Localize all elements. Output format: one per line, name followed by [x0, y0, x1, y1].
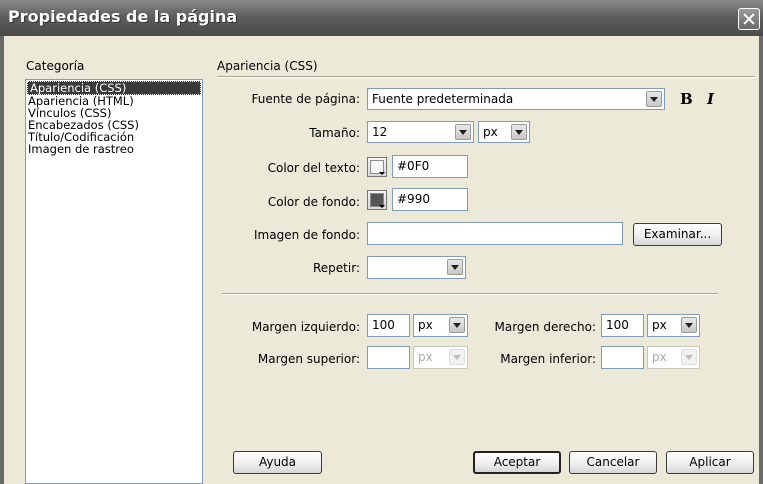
divider: [217, 76, 755, 78]
chevron-down-icon: [455, 124, 471, 140]
margin-top-unit-value: px: [418, 350, 433, 364]
margin-left-label: Margen izquierdo:: [251, 320, 360, 334]
margin-top-unit-select[interactable]: px: [413, 346, 468, 369]
repeat-label: Repetir:: [313, 261, 360, 275]
margin-right-unit-select[interactable]: px: [647, 314, 700, 337]
margin-right-label: Margen derecho:: [494, 320, 597, 334]
font-select-value: Fuente predeterminada: [372, 92, 514, 106]
margin-left-input[interactable]: 100: [367, 314, 410, 337]
text-color-swatch: [370, 160, 384, 174]
text-color-input[interactable]: #0F0: [392, 155, 468, 178]
size-select-value: 12: [372, 125, 388, 139]
bg-color-value: #990: [397, 192, 430, 206]
help-button[interactable]: Ayuda: [233, 451, 322, 474]
category-list[interactable]: Apariencia (CSS) Apariencia (HTML) Víncu…: [25, 79, 203, 484]
bg-color-input[interactable]: #990: [392, 188, 468, 211]
apply-button-label: Aplicar: [689, 455, 731, 469]
category-item-imagen-rastreo[interactable]: Imagen de rastreo: [26, 143, 202, 155]
apply-button[interactable]: Aplicar: [666, 451, 754, 474]
size-select[interactable]: 12: [367, 121, 474, 143]
margin-bottom-unit-select[interactable]: px: [647, 346, 700, 369]
category-item-apariencia-css[interactable]: Apariencia (CSS): [27, 81, 201, 95]
margin-right-input[interactable]: 100: [601, 314, 644, 337]
browse-button-label: Examinar...: [643, 227, 712, 241]
chevron-down-icon: [511, 124, 527, 140]
repeat-select[interactable]: [367, 256, 466, 279]
close-icon[interactable]: [738, 8, 760, 30]
margin-left-unit-select[interactable]: px: [413, 314, 468, 337]
divider: [222, 293, 718, 295]
size-label: Tamaño:: [309, 126, 360, 140]
text-color-label: Color del texto:: [267, 161, 360, 175]
chevron-down-icon: [681, 349, 697, 365]
bg-color-picker[interactable]: [367, 190, 387, 210]
font-label: Fuente de página:: [251, 92, 360, 106]
bg-color-swatch: [370, 193, 384, 207]
bold-button[interactable]: B: [680, 90, 693, 108]
chevron-down-icon: [681, 317, 697, 333]
browse-button[interactable]: Examinar...: [633, 223, 722, 246]
margin-bottom-input[interactable]: [601, 346, 644, 369]
margin-left-value: 100: [372, 318, 395, 332]
text-color-value: #0F0: [397, 159, 430, 173]
margin-top-input[interactable]: [367, 346, 410, 369]
window-title: Propiedades de la página: [8, 7, 238, 26]
margin-right-unit-value: px: [652, 318, 667, 332]
bg-image-label: Imagen de fondo:: [254, 228, 360, 242]
margin-left-unit-value: px: [418, 318, 433, 332]
margin-bottom-unit-value: px: [652, 350, 667, 364]
bg-color-label: Color de fondo:: [267, 195, 360, 209]
category-heading: Categoría: [26, 59, 85, 73]
cancel-button-label: Cancelar: [586, 455, 640, 469]
size-unit-value: px: [483, 125, 498, 139]
panel-heading: Apariencia (CSS): [217, 59, 318, 73]
chevron-down-icon: [449, 349, 465, 365]
margin-bottom-label: Margen inferior:: [500, 352, 596, 366]
title-bar: Propiedades de la página: [0, 0, 763, 36]
help-button-label: Ayuda: [258, 455, 297, 469]
chevron-down-icon: [447, 259, 463, 275]
ok-button-label: Aceptar: [493, 455, 541, 469]
margin-top-label: Margen superior:: [257, 352, 360, 366]
text-color-picker[interactable]: [367, 157, 387, 177]
italic-button[interactable]: I: [707, 90, 714, 108]
cancel-button[interactable]: Cancelar: [569, 451, 657, 474]
font-select[interactable]: Fuente predeterminada: [367, 88, 665, 110]
chevron-down-icon: [449, 317, 465, 333]
chevron-down-icon: [646, 91, 662, 107]
bg-image-input[interactable]: [367, 222, 623, 245]
margin-right-value: 100: [606, 318, 629, 332]
size-unit-select[interactable]: px: [478, 121, 530, 143]
ok-button[interactable]: Aceptar: [473, 451, 561, 474]
